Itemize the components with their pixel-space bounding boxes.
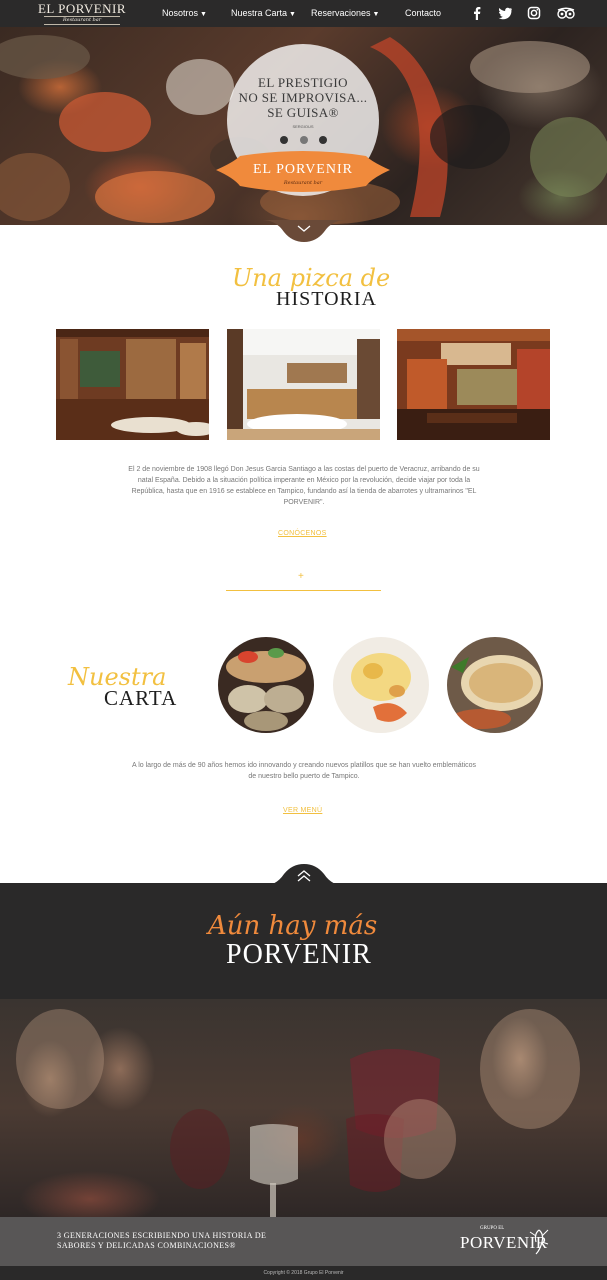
historia-title: HISTORIA (276, 288, 377, 310)
chevron-down-icon: ▼ (289, 11, 296, 18)
twitter-icon[interactable] (497, 5, 513, 21)
hero-slogan: EL PRESTIGIO NO SE IMPROVISA... SE GUISA… (227, 75, 379, 120)
divider-plus: + (298, 571, 304, 582)
wine-glasses-image (16, 1009, 580, 1217)
nav-item-reservaciones[interactable]: Reservaciones ▼ (311, 8, 379, 20)
friends-dining-photo (0, 999, 607, 1217)
oysters-dish-photo[interactable] (218, 637, 314, 733)
mas-script-title: Aún hay más (208, 911, 378, 941)
nav-item-label: Nosotros (162, 8, 199, 18)
scroll-down-tab[interactable] (262, 220, 346, 244)
footer-tagline: 3 GENERACIONES ESCRIBIENDO UNA HISTORIA … (57, 1231, 317, 1251)
carousel-dot[interactable] (319, 136, 327, 144)
lobster-icon (529, 1229, 549, 1255)
carta-text: A lo largo de más de 90 años hemos ido i… (132, 762, 476, 780)
hero-slogan-line: NO SE IMPROVISA... (238, 90, 368, 105)
nav-logo-sub: Restaurant bar (44, 16, 120, 25)
carousel-dot[interactable] (300, 136, 308, 144)
scroll-up-tab[interactable] (262, 864, 346, 886)
page: EL PORVENIR Restaurant bar Nosotros ▼ Nue… (0, 0, 607, 1280)
tripadvisor-icon[interactable] (556, 5, 576, 21)
historia-text: El 2 de noviembre de 1908 llegó Don Jesu… (128, 466, 480, 506)
nav-item-label: Contacto (405, 8, 442, 18)
nav-item-nuestra-carta[interactable]: Nuestra Carta ▼ (231, 8, 296, 20)
footer-tagline-line: SABORES Y DELICADAS COMBINACIONES® (57, 1241, 236, 1250)
footer-tagline-line: 3 GENERACIONES ESCRIBIENDO UNA HISTORIA … (57, 1231, 267, 1240)
top-nav: EL PORVENIR Restaurant bar Nosotros ▼ Nue… (0, 0, 607, 27)
mas-title: PORVENIR (226, 939, 372, 970)
dining-room-photo (227, 329, 380, 440)
nav-item-contacto[interactable]: Contacto (405, 8, 441, 19)
facebook-icon[interactable] (469, 5, 485, 21)
ver-menu-link[interactable]: VER MENÚ (283, 807, 322, 814)
hero-brand-sub: Restaurant bar (283, 180, 323, 186)
nav-logo-name: EL PORVENIR (37, 1, 127, 16)
hero-brand-name: EL PORVENIR (253, 162, 353, 177)
chevron-down-icon: ▼ (200, 11, 207, 18)
carta-title: CARTA (104, 686, 178, 710)
restaurant-interior-photo (56, 329, 209, 440)
hero-slogan-line: SE GUISA® (267, 105, 339, 120)
hero-signature: SERGIOUS (292, 124, 314, 129)
bar-photo (397, 329, 550, 440)
nav-item-label: Reservaciones (311, 8, 371, 18)
conocenos-link[interactable]: CONÓCENOS (278, 530, 327, 537)
shrimp-dish-photo[interactable] (333, 637, 429, 733)
footer-logo[interactable]: GRUPO EL PORVENIR (458, 1226, 552, 1260)
section-divider (226, 590, 381, 591)
chevron-down-icon: ▼ (372, 11, 380, 18)
nav-logo[interactable]: EL PORVENIR Restaurant bar (36, 1, 128, 25)
footer-logo-top: GRUPO EL (480, 1226, 505, 1231)
instagram-icon[interactable] (526, 5, 542, 21)
nav-item-label: Nuestra Carta (231, 8, 288, 18)
carousel-dot[interactable] (280, 136, 288, 144)
hero-slogan-line: EL PRESTIGIO (258, 75, 348, 90)
nav-item-nosotros[interactable]: Nosotros ▼ (162, 8, 207, 20)
rice-dish-photo[interactable] (447, 637, 543, 733)
copyright-bar: Copyright © 2018 Grupo El Porvenir (0, 1266, 607, 1280)
